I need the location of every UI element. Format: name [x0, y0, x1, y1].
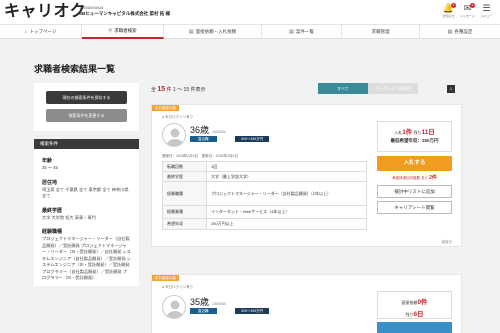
role-tag: 直近職: [190, 308, 217, 314]
condition-label: 経験職種: [42, 229, 63, 235]
candidate-info-table: 転職回数 1回 最終学歴 大学（最上学部大学） 経験職種 プロジェクトマネージャ…: [162, 161, 367, 230]
status-badge: 本日面接可能: [152, 105, 179, 111]
table-row: 経験業種 インターネット・Webサービス（4年以上）: [162, 205, 367, 219]
nav-label: 面接依頼・入札依頼: [195, 29, 237, 34]
conditions-body: 年齢 25 ～ 45 居住地 埼玉県 全て 千葉県 全て 東京都 全て 神奈川県…: [34, 149, 139, 286]
nav-label: 求職管理: [371, 29, 390, 34]
nav-label: トップページ: [29, 29, 57, 34]
candidate-age: 36歳 1000044: [190, 125, 226, 135]
company-name: SBヒューマンキャピタル株式会社 菜村 拓 様: [79, 11, 171, 16]
avatar: [162, 295, 186, 319]
menu-icon[interactable]: ☰ メニュー: [479, 3, 494, 21]
add-to-list-button[interactable]: 検討中リストに追加: [377, 185, 452, 198]
condition-value: 大学 大学院 短大 高専・専門: [42, 214, 96, 220]
table-row: 希望年収 250万円以上: [162, 218, 367, 230]
table-key: 転職回数: [162, 161, 207, 172]
bid-summary: 入札1件 残り11日 最低希望年収：250万円: [377, 121, 452, 152]
role-tag: 直近職: [190, 136, 217, 142]
candidate-card: 本日面接可能 ● 本日ログイン有り 36歳 1000044 直近職 300～349…: [151, 104, 462, 247]
sidebar-actions: 現在の検索条件を保存する 検索条件を変更する: [34, 83, 139, 131]
table-row: 転職回数 1回: [162, 161, 367, 172]
notification-badge: 6: [451, 3, 456, 8]
bell-label: お知らせ: [442, 14, 455, 18]
candidate-id: 1000040: [212, 302, 226, 306]
table-value: プロジェクトマネージャー・リーダー（自社製品開発）（2年以上）: [206, 181, 367, 206]
table-key: 希望年収: [162, 218, 207, 230]
nav-job-management[interactable]: 求職管理: [342, 25, 420, 39]
sidebar: 現在の検索条件を保存する 検索条件を変更する 検索条件 年齢 25 ～ 45 居…: [34, 83, 139, 333]
mail-label: メッセージ: [460, 14, 475, 18]
registered-date: 登録日：2018年2月4日 更新日：2018年2月4日: [162, 154, 238, 158]
conditions-heading: 検索条件: [34, 139, 139, 149]
action-button[interactable]: [377, 322, 452, 333]
doc-icon: ▤: [447, 29, 453, 35]
more-link[interactable]: 面接日: [442, 240, 453, 245]
condition-label: 最終学歴: [42, 207, 63, 214]
mail-icon[interactable]: ✉ メッセージ 4: [460, 3, 475, 21]
nav-label: 案件一覧: [295, 29, 314, 34]
search-icon: ⚲: [108, 28, 113, 34]
total-count: 15: [157, 86, 166, 93]
login-status: ● 本日ログイン有り: [162, 115, 194, 119]
condition-value: 25 ～ 45: [42, 165, 58, 170]
condition-label: 居住地: [42, 179, 58, 186]
menu-label: メニュー: [480, 14, 493, 18]
company-id: 10000000044: [79, 5, 104, 10]
bid-count: 1件: [402, 129, 413, 136]
avatar: [162, 123, 186, 147]
table-value: 250万円以上: [206, 218, 367, 230]
page-title: 求職者検索結果一覧: [34, 64, 116, 74]
min-salary: 最低希望年収：250万円: [390, 138, 439, 143]
condition-value: 埼玉県 全て 千葉県 全て 東京都 全て 神奈川県 全て: [42, 186, 129, 199]
change-conditions-button[interactable]: 検索条件を変更する: [46, 109, 127, 122]
bell-icon[interactable]: 🔔 お知らせ 6: [441, 3, 456, 21]
header-icons: 🔔 お知らせ 6 ✉ メッセージ 4 ☰ メニュー: [441, 3, 494, 21]
logo[interactable]: キャリオク: [4, 3, 86, 21]
interview-summary: 面接依頼0件 残り6日: [377, 291, 452, 319]
view-career-sheet-button[interactable]: キャリアシート閲覧: [377, 201, 452, 214]
table-row: 最終学歴 大学（最上学部大学）: [162, 171, 367, 182]
table-value: 1回: [206, 161, 367, 172]
list-icon: ▤: [188, 29, 194, 35]
nav-project-list[interactable]: ▤ 案件一覧: [262, 25, 342, 39]
days-left: 11日: [421, 129, 435, 136]
header: キャリオク 10000000044 SBヒューマンキャピタル株式会社 菜村 拓 …: [0, 0, 500, 25]
message-badge: 4: [470, 3, 475, 8]
filter-tabs: すべて オークション開催中: [318, 83, 418, 94]
condition-label: 年齢: [42, 158, 53, 164]
candidate-card: 本日面接可能 ● 本日ログイン有り 35歳 1000040 直近職 300～349…: [151, 274, 462, 333]
nav-settings[interactable]: ▤ 各種設定: [420, 25, 500, 39]
list-icon: ▤: [289, 29, 294, 35]
bid-button[interactable]: 入札する: [377, 156, 452, 171]
table-key: 最終学歴: [162, 171, 207, 182]
table-key: 経験業種: [162, 205, 207, 219]
table-key: 経験職種: [162, 181, 207, 206]
tab-all[interactable]: すべて: [318, 83, 368, 94]
nav-interview-requests[interactable]: ▤ 面接依頼・入札依頼: [164, 25, 262, 39]
condition-value: プロジェクトマネージャー・リーダー（自社製品開発）／受託開発 プロジェクトマネー…: [42, 236, 131, 280]
salary-tag: 300～349万円: [235, 136, 270, 142]
candidate-id: 1000044: [212, 130, 226, 134]
nav-label: 求職者検索: [114, 28, 137, 33]
nav-job-seeker-search[interactable]: ⚲ 求職者検索: [82, 25, 164, 39]
nav-label: 各種設定: [454, 29, 473, 34]
result-count: 全 15 件 1 ～ 15 件表示: [151, 86, 206, 93]
table-row: 経験職種 プロジェクトマネージャー・リーダー（自社製品開発）（2年以上）: [162, 181, 367, 206]
home-icon: ⌂: [24, 29, 28, 35]
candidate-age: 35歳 1000040: [190, 297, 226, 307]
tab-auction[interactable]: オークション開催中: [368, 83, 418, 94]
table-value: 大学（最上学部大学）: [206, 171, 367, 182]
approval-slots-note: 承認枠追加可能数 あと 2件: [392, 175, 437, 181]
main-nav: ⌂ トップページ ⚲ 求職者検索 ▤ 面接依頼・入札依頼 ▤ 案件一覧 求職管理…: [0, 25, 500, 39]
table-value: インターネット・Webサービス（4年以上）: [206, 205, 367, 219]
login-status: ● 本日ログイン有り: [162, 285, 194, 289]
pagination-page[interactable]: 1: [447, 85, 455, 93]
nav-top[interactable]: ⌂ トップページ: [0, 25, 82, 39]
save-conditions-button[interactable]: 現在の検索条件を保存する: [46, 91, 127, 104]
salary-tag: 300～349万円: [235, 308, 270, 314]
status-badge: 本日面接可能: [152, 275, 179, 281]
